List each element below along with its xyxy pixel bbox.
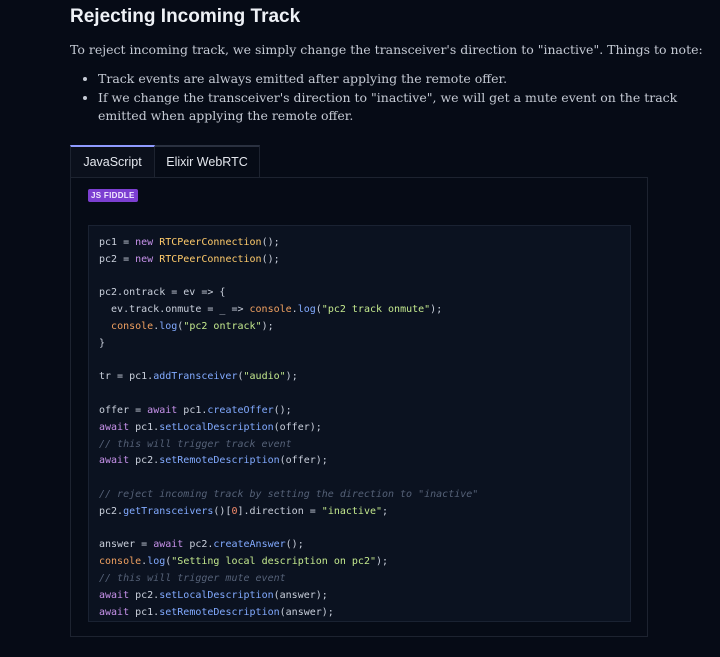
code-line: pc1 = new RTCPeerConnection();: [99, 235, 620, 252]
code-token: console: [249, 304, 292, 316]
code-token: ();: [273, 404, 292, 416]
note-item: If we change the transceiver's direction…: [98, 89, 678, 126]
code-token: await: [99, 455, 136, 467]
code-token: (offer);: [273, 421, 322, 433]
code-token: (offer);: [279, 455, 328, 467]
code-token: await: [153, 539, 190, 551]
note-item: Track events are always emitted after ap…: [98, 70, 678, 89]
code-token: new: [135, 253, 160, 265]
code-token: createAnswer: [213, 539, 286, 551]
code-token: setRemoteDescription: [159, 606, 280, 618]
code-line: }: [99, 336, 620, 353]
code-token: }: [99, 337, 106, 349]
code-token: createOffer: [207, 404, 274, 416]
code-token: new: [135, 237, 160, 248]
code-token: "inactive": [321, 505, 383, 517]
code-token: ;: [382, 505, 389, 517]
code-token: pc2.: [99, 505, 124, 517]
code-token: log: [147, 556, 166, 568]
code-line: tr = pc1.addTransceiver("audio");: [99, 369, 620, 386]
code-line: // this will trigger mute event: [99, 571, 620, 588]
code-line: ev.track.onmute = _ => console.log("pc2 …: [99, 302, 620, 319]
code-token: tr = pc1.: [99, 371, 154, 383]
tab-elixir-webrtc[interactable]: Elixir WebRTC: [155, 145, 260, 177]
code-line: console.log("pc2 ontrack");: [99, 319, 620, 336]
code-line: // reject incoming track by setting the …: [99, 487, 620, 504]
code-line: await pc1.setLocalDescription(offer);: [99, 420, 620, 437]
code-token: ();: [261, 253, 280, 265]
code-token: RTCPeerConnection: [159, 253, 262, 265]
code-line: await pc1.setRemoteDescription(answer);: [99, 605, 620, 622]
code-token: getTransceivers: [123, 505, 214, 517]
code-line: pc2.getTransceivers()[0].direction = "in…: [99, 504, 620, 521]
code-token: "pc2 ontrack": [183, 320, 262, 332]
code-token: log: [297, 304, 316, 316]
code-token: pc2.ontrack = ev => {: [99, 287, 226, 299]
code-line: offer = await pc1.createOffer();: [99, 403, 620, 420]
code-token: (answer);: [279, 606, 334, 618]
code-token: await: [99, 606, 136, 618]
code-line: // this will trigger track event: [99, 437, 620, 454]
code-token: setRemoteDescription: [159, 455, 280, 467]
tab-javascript[interactable]: JavaScript: [70, 145, 155, 177]
code-token: );: [261, 320, 274, 332]
code-block: pc1 = new RTCPeerConnection(); pc2 = new …: [88, 225, 631, 622]
code-token: RTCPeerConnection: [159, 237, 262, 248]
code-token: pc1 =: [99, 237, 136, 248]
code-token: console: [99, 556, 142, 568]
notes-list: Track events are always emitted after ap…: [70, 70, 678, 126]
code-token: );: [285, 371, 298, 383]
code-token: // reject incoming track by setting the …: [99, 488, 479, 500]
code-token: // this will trigger track event: [99, 438, 292, 450]
code-line: await pc2.setRemoteDescription(offer);: [99, 453, 620, 470]
code-line: answer = await pc2.createAnswer();: [99, 537, 620, 554]
code-token: await: [99, 421, 136, 433]
code-token: log: [159, 320, 178, 332]
code-token: );: [375, 556, 389, 568]
code-token: pc1.: [135, 606, 160, 618]
code-line: await pc2.setLocalDescription(answer);: [99, 588, 620, 605]
code-token: // this will trigger mute event: [99, 572, 286, 584]
code-token: console: [111, 320, 154, 332]
code-token: await: [147, 404, 184, 416]
intro-paragraph: To reject incoming track, we simply chan…: [70, 42, 703, 57]
code-token: ()[: [213, 505, 232, 517]
code-token: ();: [285, 539, 304, 551]
code-token: await: [99, 589, 136, 601]
code-token: setLocalDescription: [159, 589, 274, 601]
code-token: ();: [261, 237, 280, 248]
code-line: pc2.ontrack = ev => {: [99, 285, 620, 302]
code-token: setLocalDescription: [159, 421, 274, 433]
code-token: pc1.: [135, 421, 160, 433]
code-token: "Setting local description on pc2": [171, 556, 376, 568]
code-token: addTransceiver: [153, 371, 238, 383]
tab-panel: JS FIDDLE pc1 = new RTCPeerConnection();…: [70, 177, 648, 637]
code-line: pc2 = new RTCPeerConnection();: [99, 252, 620, 269]
code-token: offer =: [99, 404, 148, 416]
code-token: pc2.: [135, 455, 160, 467]
code-tabs: JavaScript Elixir WebRTC: [70, 145, 260, 177]
code-token: pc2.: [189, 539, 214, 551]
code-token: (answer);: [273, 589, 328, 601]
section-heading: Rejecting Incoming Track: [70, 6, 301, 27]
code-token: pc2 =: [99, 253, 136, 265]
js-fiddle-badge[interactable]: JS FIDDLE: [88, 189, 138, 202]
code-token: pc2.: [135, 589, 160, 601]
code-line: console.log("Setting local description o…: [99, 554, 620, 571]
code-token: "pc2 track onmute": [321, 304, 431, 316]
code-token: pc1.: [183, 404, 208, 416]
code-token: answer =: [99, 539, 154, 551]
code-token: );: [430, 304, 443, 316]
code-token: ].direction =: [237, 505, 322, 517]
code-token: ev.track.onmute = _ =>: [99, 304, 250, 316]
code-token: "audio": [243, 371, 286, 383]
